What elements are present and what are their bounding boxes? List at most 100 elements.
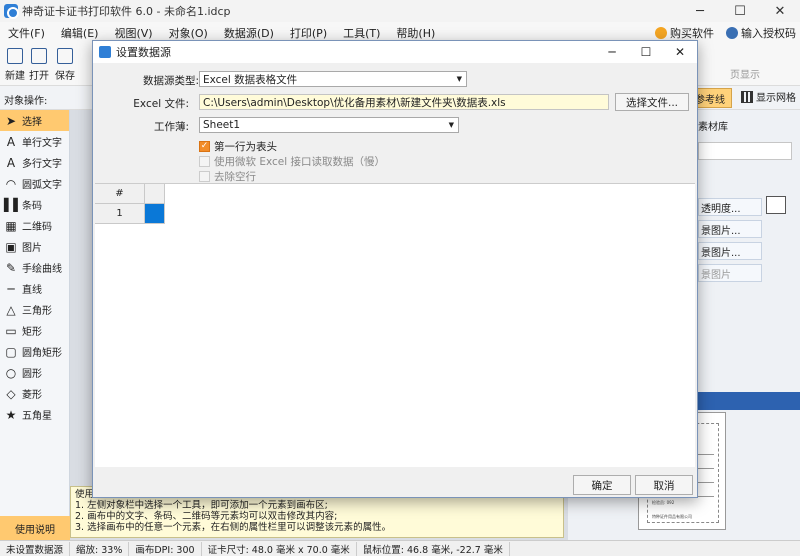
grid-header-cell: # <box>95 184 145 204</box>
source-type-select[interactable]: Excel 数据表格文件 ▼ <box>199 71 467 87</box>
tool-item[interactable]: ▦ 二维码 <box>0 215 69 236</box>
tool-label: 五角星 <box>22 411 52 422</box>
tool-item[interactable]: ◇ 菱形 <box>0 383 69 404</box>
diamond-icon: ◇ <box>6 386 16 401</box>
dialog-footer: 确定 取消 <box>93 471 697 497</box>
tool-item[interactable]: A 多行文字 <box>0 152 69 173</box>
pen-icon: ✎ <box>5 260 17 275</box>
status-zoom: 缩放: 33% <box>70 541 130 556</box>
preview-text: 检验员: 092 <box>652 500 675 505</box>
tool-item[interactable]: ○ 圆形 <box>0 362 69 383</box>
menu-help[interactable]: 帮助(H) <box>388 25 443 41</box>
checkbox-empty-icon <box>199 171 210 182</box>
minimize-button[interactable]: ─ <box>680 0 720 22</box>
qrcode-icon: ▦ <box>5 218 17 233</box>
tool-label: 二维码 <box>22 222 52 233</box>
triangle-icon: △ <box>6 302 16 317</box>
open-button[interactable]: 打开 <box>26 48 52 82</box>
tool-item[interactable]: ▢ 圆角矩形 <box>0 341 69 362</box>
chevron-down-icon: ▼ <box>456 75 462 83</box>
cancel-button[interactable]: 取消 <box>635 475 693 495</box>
first-row-header-label: 第一行为表头 <box>214 141 277 153</box>
tool-label: 直线 <box>22 285 42 296</box>
tool-label: 单行文字 <box>22 138 62 149</box>
page-display-label[interactable]: 页显示 <box>730 66 760 81</box>
dialog-titlebar: 设置数据源 ─ ☐ ✕ <box>93 41 697 63</box>
data-grid[interactable]: # 1 <box>95 183 695 467</box>
star-icon: ★ <box>5 407 17 422</box>
color-swatch[interactable] <box>766 196 786 214</box>
ok-button[interactable]: 确定 <box>573 475 631 495</box>
dialog-maximize-button[interactable]: ☐ <box>629 41 663 63</box>
barcode-icon: ▌▌ <box>4 197 23 212</box>
tool-label: 选择 <box>22 117 42 128</box>
tool-item[interactable]: ➤ 选择 <box>0 110 69 131</box>
grid-header-cell[interactable] <box>145 184 165 204</box>
menu-datasource[interactable]: 数据源(D) <box>216 25 282 41</box>
tool-label: 多行文字 <box>22 159 62 170</box>
license-link[interactable]: 输入授权码 <box>726 25 796 41</box>
tool-item[interactable]: △ 三角形 <box>0 299 69 320</box>
sheet-select[interactable]: Sheet1 ▼ <box>199 117 459 133</box>
window-title: 神奇证卡证书打印软件 6.0 - 未命名1.idcp <box>22 5 231 18</box>
choose-file-button[interactable]: 选择文件... <box>615 93 689 111</box>
background-image-button-3[interactable]: 景图片 <box>698 264 762 282</box>
open-label: 打开 <box>29 71 49 82</box>
opacity-button[interactable]: 透明度... <box>698 198 762 216</box>
menu-object[interactable]: 对象(O) <box>161 25 216 41</box>
background-image-button-2[interactable]: 景图片... <box>698 242 762 260</box>
dialog-title: 设置数据源 <box>116 46 171 59</box>
grid-selected-cell[interactable] <box>145 204 165 224</box>
chevron-down-icon: ▼ <box>448 121 454 129</box>
window-controls: ─ ☐ ✕ <box>680 0 800 22</box>
status-datasource: 未设置数据源 <box>0 541 71 556</box>
checkbox-empty-icon <box>199 156 210 167</box>
cursor-icon: ➤ <box>5 113 17 128</box>
status-mouse-pos: 鼠标位置: 46.8 毫米, -22.7 毫米 <box>357 541 510 556</box>
license-label: 输入授权码 <box>741 27 796 40</box>
save-button[interactable]: 保存 <box>52 48 78 82</box>
material-library-tab[interactable]: 素材库 <box>698 118 728 133</box>
tool-label: 图片 <box>22 243 42 254</box>
tool-item[interactable]: ▭ 矩形 <box>0 320 69 341</box>
close-button[interactable]: ✕ <box>760 0 800 22</box>
tool-item[interactable]: ─ 直线 <box>0 278 69 299</box>
maximize-button[interactable]: ☐ <box>720 0 760 22</box>
menu-file[interactable]: 文件(F) <box>0 25 53 41</box>
excel-file-path-input[interactable]: C:\Users\admin\Desktop\优化备用素材\新建文件夹\数据表.… <box>199 94 609 110</box>
new-button[interactable]: 新建 <box>2 48 28 82</box>
window-titlebar: 神奇证卡证书打印软件 6.0 - 未命名1.idcp ─ ☐ ✕ <box>0 0 800 22</box>
show-grid-button[interactable]: 显示网格 <box>741 89 796 104</box>
tool-item[interactable]: ▣ 图片 <box>0 236 69 257</box>
arc-text-icon: ◠ <box>5 176 17 191</box>
app-logo-icon <box>4 4 19 19</box>
dialog-close-button[interactable]: ✕ <box>663 41 697 63</box>
grid-row-header: 1 <box>95 204 145 224</box>
sheet-label: 工作薄: <box>153 121 189 133</box>
help-button[interactable]: 使用说明 <box>0 516 70 540</box>
first-row-header-checkbox[interactable]: ✓ 第一行为表头 <box>199 139 277 154</box>
open-file-icon <box>31 48 47 64</box>
tool-item[interactable]: ▌▌ 条码 <box>0 194 69 215</box>
remove-empty-rows-checkbox[interactable]: 去除空行 <box>199 169 256 184</box>
menu-view[interactable]: 视图(V) <box>106 25 160 41</box>
tool-item[interactable]: ◠ 圆弧文字 <box>0 173 69 194</box>
tool-panel: ➤ 选择 A 单行文字 A 多行文字 ◠ 圆弧文字 ▌▌ 条码 ▦ 二维码 ▣ 图片 ✎ 手绘曲线 ─ 直线 △ 三角… <box>0 110 70 540</box>
background-image-button-1[interactable]: 景图片... <box>698 220 762 238</box>
tool-item[interactable]: ✎ 手绘曲线 <box>0 257 69 278</box>
tool-label: 条码 <box>22 201 42 212</box>
property-select[interactable] <box>698 142 792 160</box>
tool-label: 圆角矩形 <box>22 348 62 359</box>
menu-tools[interactable]: 工具(T) <box>335 25 388 41</box>
ms-excel-interface-checkbox[interactable]: 使用微软 Excel 接口读取数据（慢） <box>199 154 385 169</box>
grid-icon <box>741 90 753 103</box>
text-icon: A <box>6 134 16 149</box>
tool-label: 手绘曲线 <box>22 264 62 275</box>
image-icon: ▣ <box>5 239 17 254</box>
dialog-minimize-button[interactable]: ─ <box>595 41 629 63</box>
tool-item[interactable]: ★ 五角星 <box>0 404 69 425</box>
buy-software-link[interactable]: 购买软件 <box>655 25 714 41</box>
tool-item[interactable]: A 单行文字 <box>0 131 69 152</box>
menu-print[interactable]: 打印(P) <box>282 25 335 41</box>
menu-edit[interactable]: 编辑(E) <box>53 25 107 41</box>
